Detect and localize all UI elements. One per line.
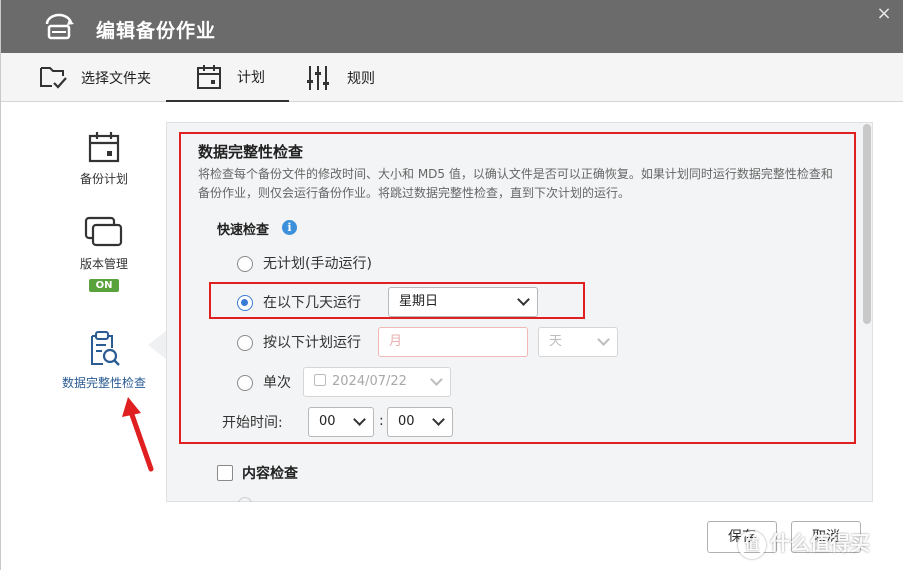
content-check-label: 内容检查 (242, 466, 298, 482)
sidebar-item-version-management[interactable]: 版本管理 ON (44, 215, 164, 292)
calendar-icon (88, 132, 120, 163)
content-check-checkbox[interactable] (217, 465, 233, 481)
tab-bar: 选择文件夹 计划 规则 (1, 53, 903, 102)
watermark-text: 什么值得买 (770, 531, 870, 555)
annotation-box-run-on-days (209, 282, 585, 319)
tab-schedule[interactable]: 计划 (166, 53, 289, 102)
sidebar-item-label: 版本管理 (79, 257, 128, 271)
status-badge: ON (88, 279, 120, 292)
versions-icon (84, 216, 123, 247)
folder-check-icon (40, 66, 67, 89)
close-icon[interactable]: × (875, 5, 893, 23)
scrollbar[interactable] (863, 124, 871, 324)
tab-label: 规则 (347, 70, 375, 87)
tab-label: 选择文件夹 (81, 70, 151, 87)
dialog-title: 编辑备份作业 (96, 20, 217, 42)
sidebar-item-backup-schedule[interactable]: 备份计划 (44, 130, 164, 188)
calendar-icon (197, 64, 221, 89)
backup-drive-icon (45, 13, 74, 40)
watermark-logo-icon: 值 (738, 530, 766, 559)
tab-rules[interactable]: 规则 (305, 53, 375, 102)
tab-label: 计划 (237, 69, 265, 86)
watermark: 值什么值得买 (738, 526, 898, 560)
sidebar-item-integrity-check[interactable]: 数据完整性检查 (44, 330, 164, 392)
clipboard-search-icon (91, 331, 120, 366)
dialog-titlebar: 编辑备份作业 × (1, 0, 903, 53)
tab-select-folder[interactable]: 选择文件夹 (39, 53, 151, 102)
sliders-icon (307, 65, 329, 90)
sidebar-item-label: 数据完整性检查 (61, 376, 146, 390)
active-item-pointer (148, 331, 166, 359)
annotation-arrow-icon (122, 397, 154, 472)
edit-backup-job-dialog: 编辑备份作业 × 选择文件夹 计划 规则 备份计划 版本管理 ON 数据完整性检… (0, 0, 903, 570)
sidebar-item-label: 备份计划 (79, 172, 128, 186)
